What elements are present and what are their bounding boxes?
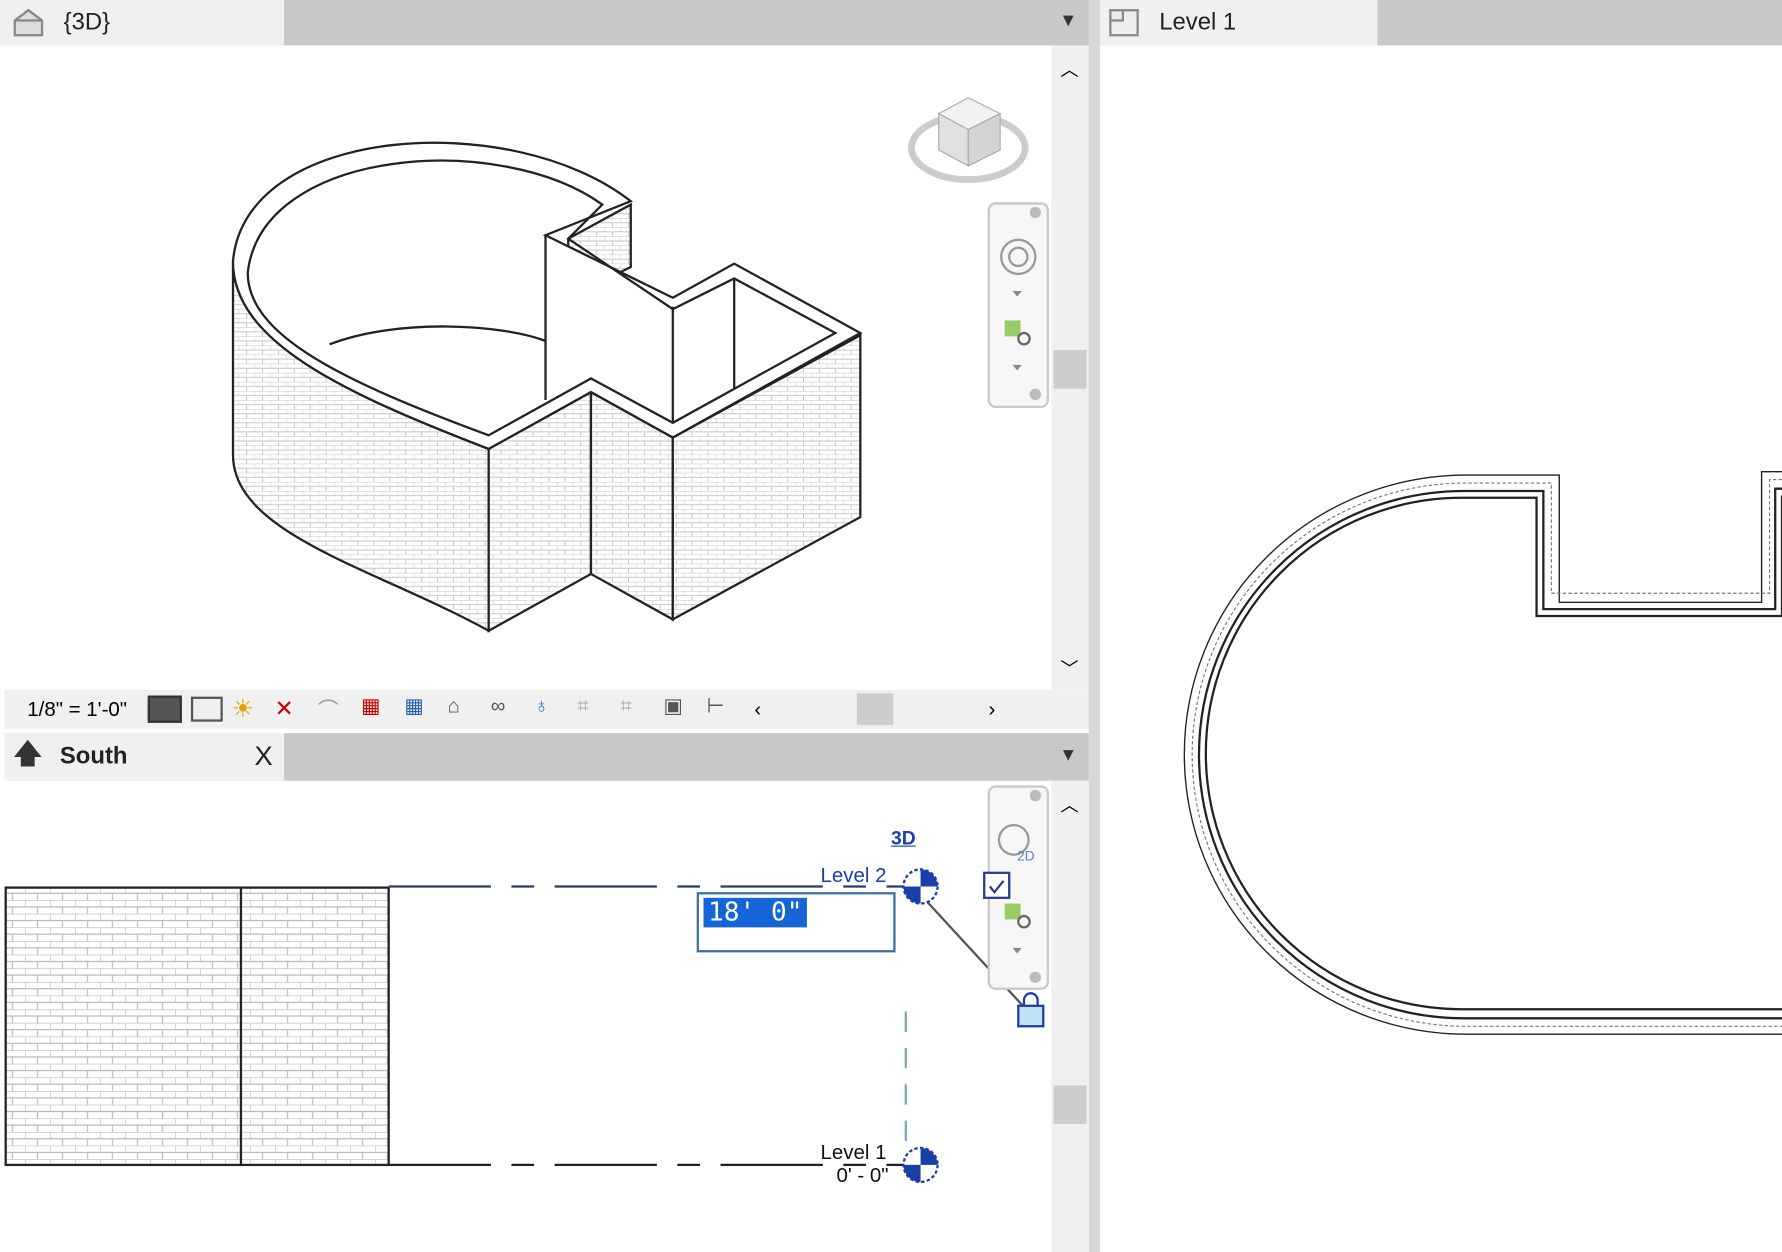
navigation-bar-2d[interactable]: 2D <box>983 785 1049 990</box>
svg-text:2D: 2D <box>1017 848 1035 863</box>
plan-walls[interactable] <box>1183 470 1782 1035</box>
level-1-elevation[interactable]: 0' - 0" <box>836 1164 888 1188</box>
lock-icon[interactable] <box>1017 992 1045 1028</box>
checkbox-icon <box>983 871 1011 899</box>
zoom-icon <box>1004 320 1021 337</box>
3d-toggle-link[interactable]: 3D <box>891 827 916 850</box>
elevation-edit-value[interactable]: 18' 0" <box>703 897 808 928</box>
level-2-head[interactable] <box>902 868 939 905</box>
drawing-layer: 2D <box>4 97 1782 1184</box>
navigation-bar-3d[interactable] <box>987 202 1049 409</box>
3d-wall-model[interactable] <box>231 141 863 633</box>
viewcube[interactable] <box>908 97 1029 183</box>
level-2-label[interactable]: Level 2 <box>821 864 887 888</box>
level-1-head[interactable] <box>902 1146 939 1184</box>
level-1-label[interactable]: Level 1 <box>821 1141 887 1165</box>
elevation-edit-field[interactable]: 18' 0" <box>696 892 896 953</box>
close-icon <box>1029 206 1042 219</box>
